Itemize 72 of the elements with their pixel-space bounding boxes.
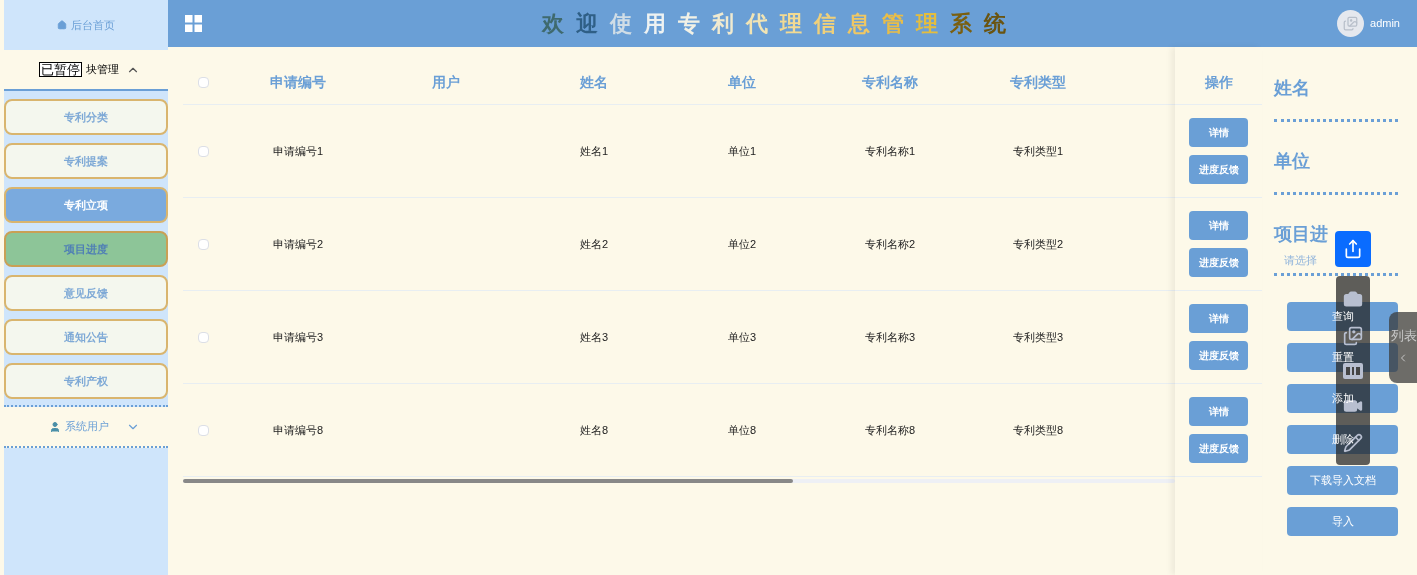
table-cell-text: 专利名称2 <box>864 236 916 252</box>
home-icon <box>57 20 67 30</box>
table-cell-text: 单位8 <box>727 422 757 438</box>
field-label: 单位 <box>1274 150 1311 173</box>
table-cell-text: 申请编号2 <box>272 236 324 252</box>
progress-feedback-button[interactable]: 进度反馈 <box>1189 434 1248 463</box>
paused-badge: 已暂停 <box>39 62 82 77</box>
sidebar-home-link[interactable]: 后台首页 <box>4 0 168 50</box>
side-tab-label: 列表 <box>1390 327 1417 345</box>
table-cell-text: 专利类型2 <box>1012 236 1064 252</box>
row-checkbox[interactable] <box>198 424 209 436</box>
sidebar-item[interactable]: 专利分类 <box>4 99 168 135</box>
table-cell-text: 专利类型8 <box>1012 422 1064 438</box>
avatar-icon <box>1343 16 1359 31</box>
scrollbar-thumb[interactable] <box>183 479 793 483</box>
app-title: 欢迎使用专利代理信息管理系统 <box>541 10 1018 38</box>
progress-feedback-button[interactable]: 进度反馈 <box>1189 341 1248 370</box>
sidebar-group-header[interactable]: 已暂停 块管理 <box>4 50 168 91</box>
column-header: 专利名称 <box>861 72 919 92</box>
side-tab[interactable]: 列表 <box>1389 312 1417 383</box>
table-cell-text: 申请编号1 <box>272 143 324 159</box>
progress-select[interactable]: 请选择 <box>1274 247 1398 273</box>
select-all-checkbox[interactable] <box>198 76 209 88</box>
image-icon[interactable] <box>1343 325 1363 346</box>
sidebar-item[interactable]: 意见反馈 <box>4 275 168 311</box>
progress-feedback-button[interactable]: 进度反馈 <box>1189 248 1248 277</box>
table-cell-text: 姓名2 <box>579 236 609 252</box>
table-cell-text: 专利类型3 <box>1012 329 1064 345</box>
table-cell-text: 专利类型1 <box>1012 143 1064 159</box>
group-label: 系统用户 <box>65 419 109 435</box>
table-cell-text: 申请编号8 <box>272 422 324 438</box>
table-cell-text: 专利名称1 <box>864 143 916 159</box>
action-button[interactable]: 导入 <box>1287 507 1398 536</box>
column-header: 操作 <box>1204 72 1233 92</box>
group-label: 块管理 <box>86 62 119 78</box>
field-label: 项目进 <box>1274 223 1329 246</box>
column-header: 姓名 <box>579 72 609 92</box>
details-button[interactable]: 详情 <box>1189 304 1248 333</box>
progress-feedback-button[interactable]: 进度反馈 <box>1189 155 1248 184</box>
table-cell-text: 单位1 <box>727 143 757 159</box>
table-cell-text: 姓名3 <box>579 329 609 345</box>
action-button[interactable]: 下载导入文档 <box>1287 466 1398 495</box>
table-cell-text: 姓名8 <box>579 422 609 438</box>
row-checkbox[interactable] <box>198 145 209 157</box>
details-button[interactable]: 详情 <box>1189 118 1248 147</box>
pencil-icon[interactable] <box>1343 432 1363 453</box>
sidebar-item[interactable]: 专利产权 <box>4 363 168 399</box>
table-cell-text: 专利名称3 <box>864 329 916 345</box>
sidebar-item[interactable]: 专利提案 <box>4 143 168 179</box>
sidebar-item[interactable]: 通知公告 <box>4 319 168 355</box>
username: admin <box>1370 16 1400 32</box>
table-cell-text: 单位3 <box>727 329 757 345</box>
column-header: 专利类型 <box>1009 72 1067 92</box>
column-header: 单位 <box>727 72 757 92</box>
row-checkbox[interactable] <box>198 331 209 343</box>
sidebar-item[interactable]: 专利立项 <box>4 187 168 223</box>
user-icon <box>49 420 61 433</box>
share-icon <box>1343 239 1363 259</box>
column-header: 用户 <box>431 72 461 92</box>
table-cell-text: 姓名1 <box>579 143 609 159</box>
sidebar-group-header[interactable]: 系统用户 <box>4 407 168 448</box>
column-header: 申请编号 <box>269 72 327 92</box>
sidebar-item[interactable]: 项目进度 <box>4 231 168 267</box>
table-cell-text: 单位2 <box>727 236 757 252</box>
details-button[interactable]: 详情 <box>1189 211 1248 240</box>
grid-menu-icon[interactable] <box>185 15 202 32</box>
field-label: 姓名 <box>1274 77 1311 100</box>
share-button[interactable] <box>1335 231 1371 267</box>
row-checkbox[interactable] <box>198 238 209 250</box>
table-cell-text: 专利名称8 <box>864 422 916 438</box>
details-button[interactable]: 详情 <box>1189 397 1248 426</box>
table-cell-text: 申请编号3 <box>272 329 324 345</box>
